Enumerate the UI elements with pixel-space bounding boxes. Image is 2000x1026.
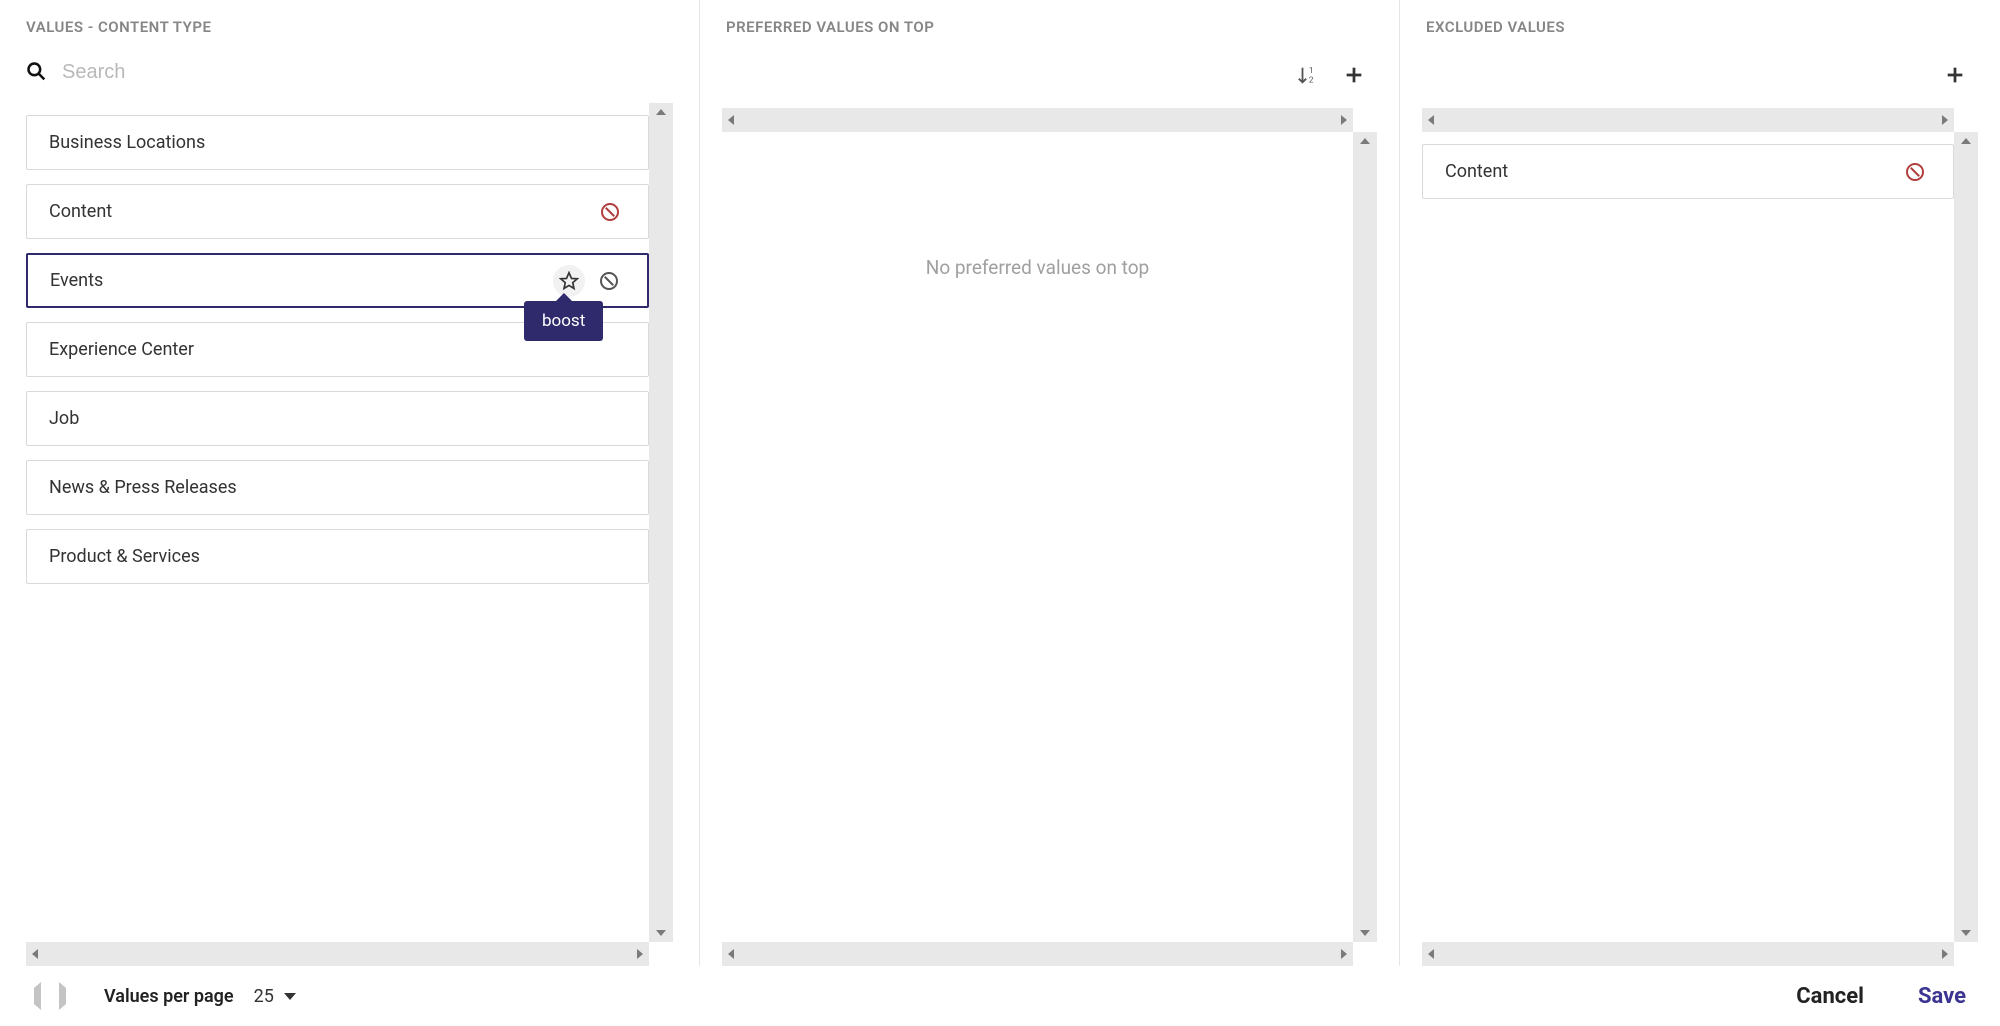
footer: Values per page 25 Cancel Save <box>0 966 2000 1026</box>
ban-icon <box>600 272 618 290</box>
value-item[interactable]: Product & Services <box>26 529 649 584</box>
pager <box>34 988 66 1004</box>
h-scrollbar[interactable] <box>26 942 649 966</box>
chevron-down-icon <box>284 993 296 1000</box>
value-item[interactable]: Business Locations <box>26 115 649 170</box>
search-input[interactable] <box>60 60 673 85</box>
value-label: News & Press Releases <box>49 477 237 498</box>
excluded-item[interactable]: Content <box>1422 144 1954 199</box>
boost-tooltip: boost <box>524 301 603 341</box>
values-column: VALUES - CONTENT TYPE Business Locations <box>0 0 700 966</box>
exclude-indicator-icon <box>594 196 626 228</box>
value-label: Job <box>49 408 79 429</box>
add-preferred-button[interactable] <box>1343 64 1365 86</box>
preferred-column: PREFERRED VALUES ON TOP 1 2 <box>700 0 1400 966</box>
v-scrollbar[interactable] <box>649 103 673 942</box>
pager-prev-button[interactable] <box>34 988 41 1004</box>
value-item[interactable]: Content <box>26 184 649 239</box>
value-label: Product & Services <box>49 546 200 567</box>
value-label: Experience Center <box>49 339 194 360</box>
search-icon <box>26 61 46 85</box>
excluded-title: EXCLUDED VALUES <box>1400 0 2000 50</box>
excluded-label: Content <box>1445 161 1508 182</box>
values-list: Business Locations Content Events <box>26 103 649 584</box>
v-scrollbar[interactable] <box>1353 132 1377 942</box>
sort-button[interactable]: 1 2 <box>1297 64 1319 86</box>
v-scrollbar[interactable] <box>1954 132 1978 942</box>
h-scrollbar[interactable] <box>722 942 1353 966</box>
pager-next-button[interactable] <box>59 988 66 1004</box>
exclude-button[interactable] <box>593 265 625 297</box>
excluded-column: EXCLUDED VALUES Content <box>1400 0 2000 966</box>
values-per-page-select[interactable]: 25 <box>254 986 296 1007</box>
value-label: Events <box>50 270 103 291</box>
boost-button[interactable] <box>553 265 585 297</box>
remove-excluded-button[interactable] <box>1899 156 1931 188</box>
values-title: VALUES - CONTENT TYPE <box>0 0 699 50</box>
preferred-empty-message: No preferred values on top <box>722 132 1353 279</box>
search-row <box>0 50 699 103</box>
plus-icon <box>1343 64 1365 86</box>
add-excluded-button[interactable] <box>1944 64 1966 86</box>
svg-text:2: 2 <box>1309 75 1314 85</box>
cancel-button[interactable]: Cancel <box>1796 984 1864 1009</box>
h-scrollbar[interactable] <box>1422 942 1954 966</box>
ban-icon <box>1906 163 1924 181</box>
star-icon <box>559 271 579 291</box>
plus-icon <box>1944 64 1966 86</box>
save-button[interactable]: Save <box>1918 984 1966 1009</box>
value-label: Content <box>49 201 112 222</box>
h-scrollbar[interactable] <box>1422 108 1954 132</box>
h-scrollbar[interactable] <box>722 108 1353 132</box>
value-label: Business Locations <box>49 132 205 153</box>
value-item[interactable]: News & Press Releases <box>26 460 649 515</box>
preferred-title: PREFERRED VALUES ON TOP <box>700 0 1399 50</box>
sort-numeric-icon: 1 2 <box>1297 64 1319 86</box>
value-item[interactable]: Job <box>26 391 649 446</box>
values-per-page-label: Values per page <box>104 986 234 1007</box>
